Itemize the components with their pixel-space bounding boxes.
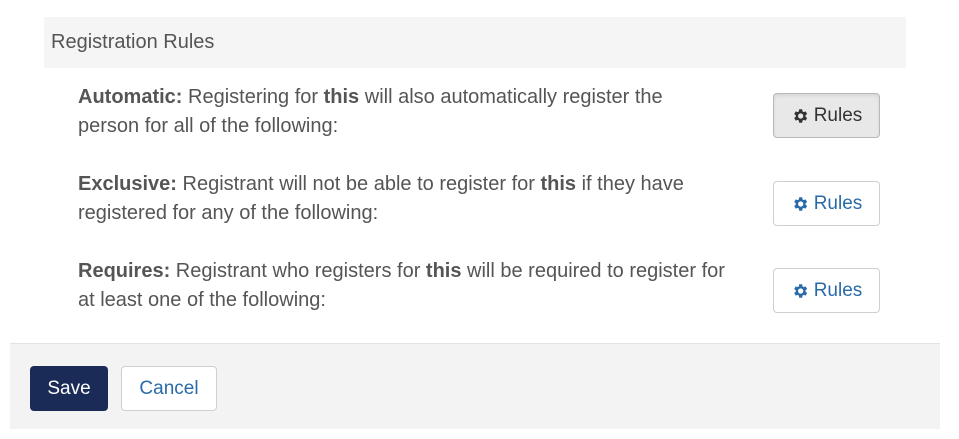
rule-emphasis: this — [425, 260, 462, 282]
gear-icon — [793, 283, 807, 298]
rule-description-requires: Requires: Registrant who registers for t… — [78, 257, 728, 315]
save-button[interactable]: Save — [30, 366, 108, 411]
rule-label: Requires: — [78, 260, 171, 282]
rule-text-part: Registrant who registers for — [170, 260, 426, 282]
rule-row-requires: Requires: Registrant who registers for t… — [78, 257, 880, 319]
rule-emphasis: this — [323, 86, 360, 108]
automatic-rules-button[interactable]: Rules — [773, 93, 880, 138]
requires-rules-button[interactable]: Rules — [773, 268, 880, 313]
rule-text-part: Registrant will not be able to register … — [176, 173, 541, 195]
rules-button-label: Rules — [813, 279, 863, 301]
section-header: Registration Rules — [44, 17, 906, 68]
rule-description-exclusive: Exclusive: Registrant will not be able t… — [78, 170, 728, 228]
rule-description-automatic: Automatic: Registering for this will als… — [78, 83, 728, 141]
rule-text-part: Registering for — [182, 86, 324, 108]
rule-row-exclusive: Exclusive: Registrant will not be able t… — [78, 170, 880, 232]
rules-button-label: Rules — [813, 192, 863, 214]
gear-icon — [793, 108, 807, 123]
rule-label: Automatic: — [78, 86, 183, 108]
cancel-button[interactable]: Cancel — [121, 366, 217, 411]
rule-row-automatic: Automatic: Registering for this will als… — [78, 83, 880, 145]
exclusive-rules-button[interactable]: Rules — [773, 181, 880, 226]
gear-icon — [793, 196, 807, 211]
rule-label: Exclusive: — [78, 173, 177, 195]
form-footer: Save Cancel — [10, 343, 940, 429]
section-title: Registration Rules — [51, 31, 215, 53]
registration-rules-panel: Registration Rules Automatic: Registerin… — [0, 0, 959, 439]
rule-emphasis: this — [540, 173, 577, 195]
rules-button-label: Rules — [813, 104, 863, 126]
